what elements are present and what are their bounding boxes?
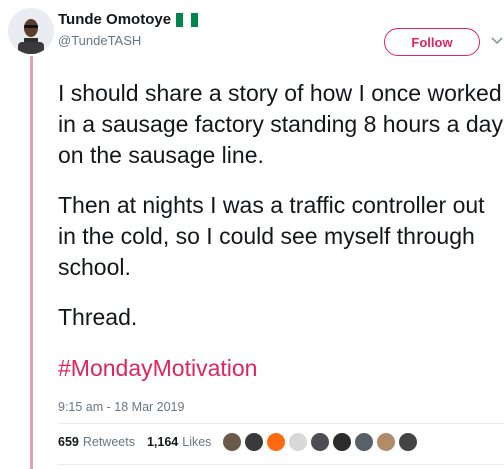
likes-count: 1,164 bbox=[146, 435, 179, 449]
chevron-down-icon[interactable] bbox=[491, 36, 503, 46]
tweet-stats: 659 Retweets 1,164 Likes bbox=[58, 435, 211, 449]
liker-avatar[interactable] bbox=[354, 432, 374, 452]
liker-avatar[interactable] bbox=[398, 432, 418, 452]
tweet-text-paragraph-1: I should share a story of how I once wor… bbox=[58, 80, 503, 168]
liker-avatar[interactable] bbox=[376, 432, 396, 452]
author-name[interactable]: Tunde Omotoye bbox=[58, 11, 171, 28]
liker-avatar[interactable] bbox=[222, 432, 242, 452]
liker-avatar[interactable] bbox=[244, 432, 264, 452]
tweet-text-paragraph-3: Thread. bbox=[58, 304, 138, 330]
profile-photo bbox=[8, 8, 54, 54]
divider bbox=[58, 423, 504, 424]
nigeria-flag-icon bbox=[176, 12, 199, 27]
author-row: Tunde Omotoye bbox=[58, 11, 199, 28]
likes-stat[interactable]: 1,164 Likes bbox=[147, 435, 211, 449]
liker-avatar[interactable] bbox=[288, 432, 308, 452]
retweets-stat[interactable]: 659 Retweets bbox=[58, 435, 135, 449]
liker-avatar[interactable] bbox=[310, 432, 330, 452]
avatar[interactable] bbox=[8, 8, 54, 54]
divider bbox=[58, 464, 504, 465]
author-handle[interactable]: @TundeTASH bbox=[58, 33, 141, 48]
retweets-label: Retweets bbox=[82, 435, 135, 449]
liker-avatar[interactable] bbox=[332, 432, 352, 452]
retweets-count: 659 bbox=[58, 435, 79, 449]
liker-avatar[interactable] bbox=[266, 432, 286, 452]
hashtag-link[interactable]: #MondayMotivation bbox=[58, 355, 257, 382]
tweet-timestamp[interactable]: 9:15 am - 18 Mar 2019 bbox=[58, 400, 184, 414]
liker-avatars bbox=[222, 432, 420, 452]
follow-button[interactable]: Follow bbox=[384, 28, 480, 56]
likes-label: Likes bbox=[182, 435, 212, 449]
tweet-text-paragraph-2: Then at nights I was a traffic controlle… bbox=[58, 192, 485, 280]
thread-connector-line bbox=[30, 56, 33, 469]
